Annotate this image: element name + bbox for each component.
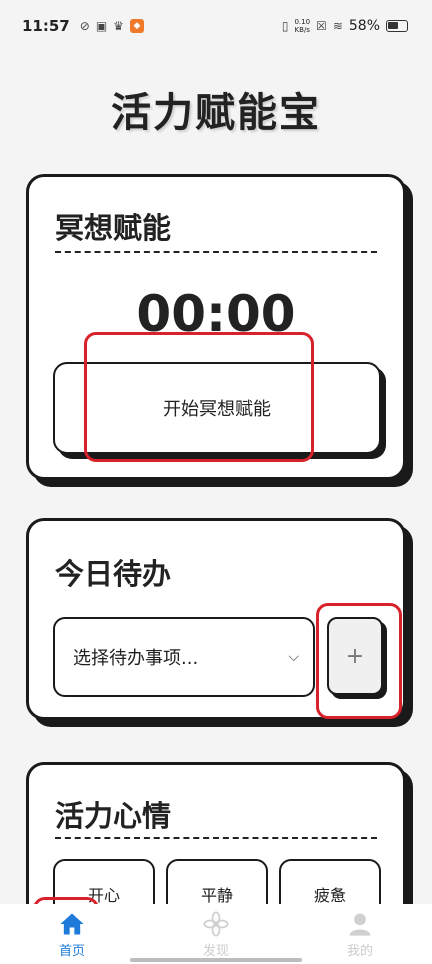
vibrate-icon: ▯ — [281, 19, 289, 33]
status-time: 11:57 — [22, 17, 70, 35]
status-bar: 11:57 ⊘ ▣ ♛ ◆ ▯ 0.10 KB/s ☒ ≋ 58% — [0, 0, 432, 52]
profile-icon — [349, 913, 371, 936]
network-speed: 0.10 KB/s — [294, 18, 310, 34]
mood-tired-label: 疲惫 — [313, 886, 346, 905]
meditation-timer: 00:00 — [136, 285, 296, 343]
meditation-divider — [55, 251, 377, 253]
battery-percent: 58% — [348, 18, 380, 34]
network-speed-value: 0.10 — [294, 18, 311, 26]
bottom-nav: 首页 发现 我的 — [0, 904, 432, 964]
link-icon: ⊘ — [79, 19, 90, 33]
network-speed-unit: KB/s — [294, 26, 310, 34]
nav-profile-label: 我的 — [346, 943, 373, 959]
mood-happy-label: 开心 — [87, 886, 120, 905]
mood-divider — [55, 837, 377, 839]
nav-discover-label: 发现 — [202, 943, 229, 959]
start-meditation-label: 开始冥想赋能 — [163, 399, 271, 420]
nav-home[interactable]: 首页 — [32, 910, 112, 959]
app-title: 活力赋能宝 — [111, 90, 321, 136]
plus-icon: + — [345, 643, 365, 669]
home-icon — [60, 913, 84, 934]
battery-icon — [386, 20, 408, 32]
chevron-down-icon: ⌵ — [288, 649, 299, 665]
nav-home-label: 首页 — [58, 943, 85, 959]
app-notify-icon: ▣ — [95, 19, 108, 33]
app-badge-icon: ◆ — [129, 19, 144, 33]
start-meditation-button[interactable]: 开始冥想赋能 — [53, 362, 381, 454]
discover-icon — [203, 910, 229, 937]
sim-icon: ☒ — [316, 19, 327, 33]
mood-calm-label: 平静 — [200, 886, 233, 905]
home-indicator — [130, 958, 302, 962]
meditation-title: 冥想赋能 — [55, 211, 172, 245]
crown-icon: ♛ — [113, 19, 124, 33]
mood-title: 活力心情 — [55, 799, 172, 833]
todo-select-placeholder: 选择待办事项... — [73, 648, 199, 669]
meditation-card: 冥想赋能 00:00 开始冥想赋能 — [26, 174, 406, 480]
add-todo-button[interactable]: + — [327, 617, 383, 695]
nav-profile[interactable]: 我的 — [320, 910, 400, 959]
todo-title: 今日待办 — [55, 557, 172, 591]
todo-card: 今日待办 选择待办事项... ⌵ + — [26, 518, 406, 720]
todo-select[interactable]: 选择待办事项... ⌵ — [53, 617, 315, 697]
wifi-icon: ≋ — [332, 19, 343, 33]
nav-discover[interactable]: 发现 — [176, 910, 256, 959]
